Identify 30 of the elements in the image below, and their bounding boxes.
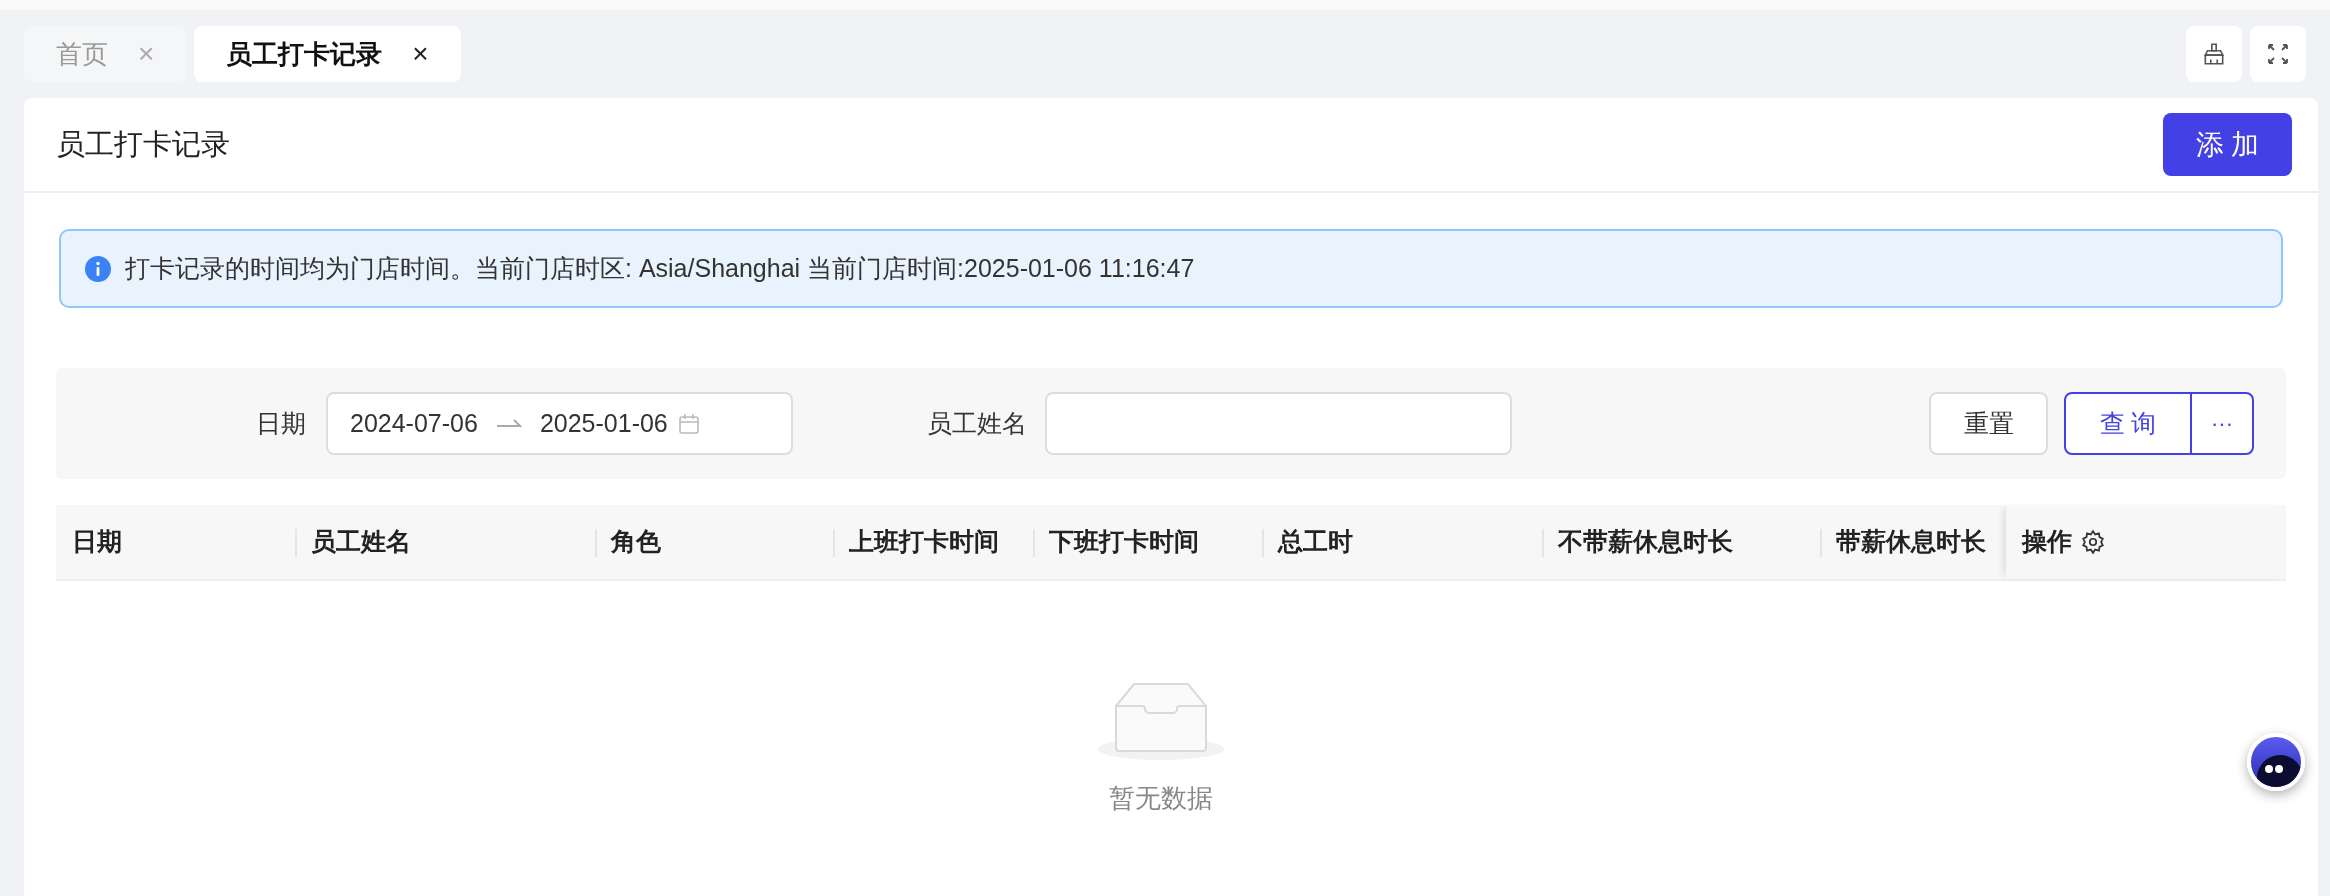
column-header: 总工时	[1276, 526, 1353, 558]
column-header: 员工姓名	[310, 526, 412, 558]
calendar-icon	[677, 412, 700, 435]
tab[interactable]: 员工打卡记录 ×	[194, 26, 461, 82]
more-button[interactable]: ···	[2192, 394, 2252, 453]
column-header: 上班打卡时间	[847, 526, 999, 558]
add-button[interactable]: 添 加	[2163, 113, 2292, 176]
empty-text: 暂无数据	[1109, 782, 1213, 815]
fullscreen-button[interactable]	[2250, 26, 2306, 82]
info-icon	[85, 255, 111, 282]
column-header: 日期	[71, 526, 122, 558]
column-header: 下班打卡时间	[1048, 526, 1200, 558]
empty-box-icon	[1096, 681, 1226, 761]
column-header: 操作	[2020, 526, 2072, 558]
settings-icon[interactable]	[2079, 529, 2106, 555]
reset-button[interactable]: 重置	[1929, 392, 2048, 455]
name-input[interactable]	[1045, 392, 1512, 455]
column-header: 不带薪休息时长	[1556, 526, 1733, 558]
name-label: 员工姓名	[927, 407, 1027, 439]
page-title: 员工打卡记录	[56, 126, 230, 162]
column-header: 带薪休息时长	[1835, 526, 1987, 558]
fullscreen-icon	[2266, 42, 2290, 66]
query-button[interactable]: 查 询	[2066, 394, 2192, 453]
column-header: 角色	[609, 526, 661, 558]
clean-button[interactable]	[2186, 26, 2242, 82]
broom-icon	[2201, 41, 2227, 67]
close-icon[interactable]: ×	[412, 33, 429, 75]
alert-text: 打卡记录的时间均为门店时间。当前门店时区: Asia/Shanghai 当前门店时间:2025-01-06 11:16:47	[125, 252, 1195, 284]
date-range-field[interactable]: 2024-07-06 2025-01-06	[326, 392, 793, 455]
date-label: 日期	[256, 407, 306, 439]
